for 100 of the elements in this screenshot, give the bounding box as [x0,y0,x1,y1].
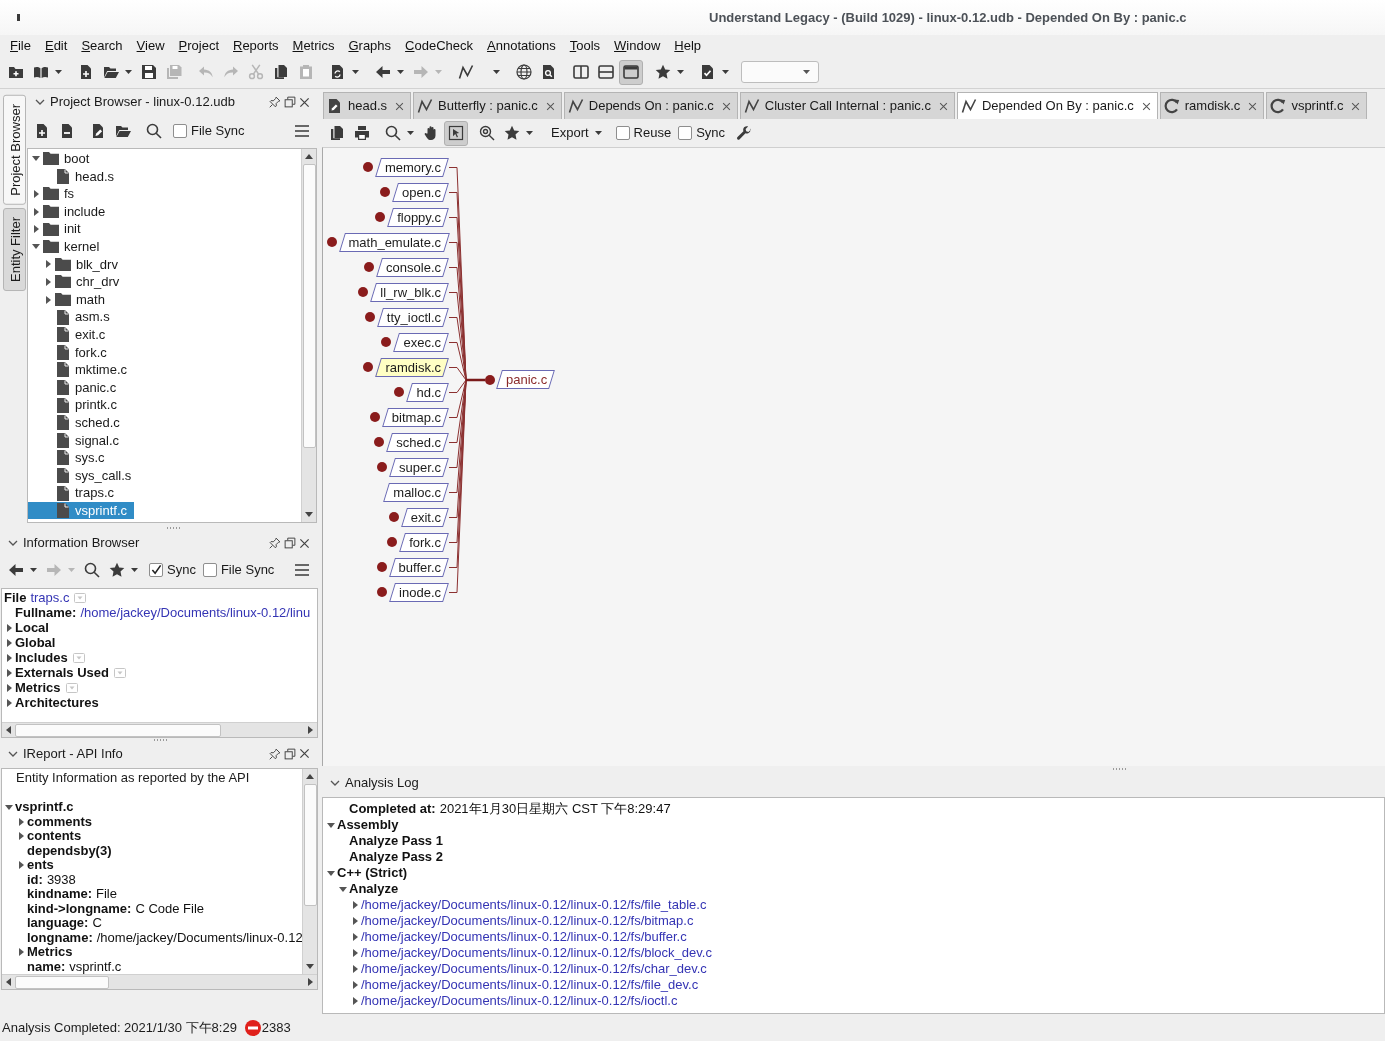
collapse-triangle-icon[interactable] [32,156,40,162]
expand-triangle-icon[interactable] [6,653,12,662]
expand-triangle-icon[interactable] [33,207,39,216]
expand-dot-icon[interactable] [387,537,398,547]
expand-triangle-icon[interactable] [352,933,358,941]
vertical-scrollbar[interactable] [302,769,317,974]
tree-item[interactable]: head.s [28,167,122,186]
tree-item[interactable]: asm.s [28,308,117,326]
tree-item[interactable]: sys.c [28,449,112,467]
scrollbar-thumb[interactable] [15,723,221,737]
tree-item[interactable]: chr_drv [28,273,127,291]
menu-item[interactable]: Annotations [480,35,563,56]
expand-dot-icon[interactable] [379,187,390,197]
scroll-down-icon[interactable] [306,964,314,969]
path-link[interactable]: /home/jackey/Documents/linux-0.12/linux-0.12/fs/file_dev.c [361,977,699,993]
tree-label[interactable]: Metrics [15,679,61,696]
expand-dot-icon[interactable] [326,237,337,247]
document-tab[interactable]: Depends On : panic.c [563,92,738,119]
graph-node[interactable]: fork.c [399,532,449,552]
document-tab[interactable]: head.s [323,92,412,119]
tree-item[interactable]: include [28,202,113,221]
expand-dot-icon[interactable] [376,562,387,572]
tree-label[interactable]: comments [27,813,93,830]
pin-icon[interactable] [269,747,281,760]
scrollbar-thumb[interactable] [15,975,109,989]
menu-item[interactable]: View [129,35,172,56]
path-link[interactable]: traps.c [30,589,70,606]
close-icon[interactable] [395,101,405,111]
graph-node[interactable]: inode.c [389,582,449,602]
graph-node[interactable]: tty_ioctl.c [376,307,449,327]
checkbox[interactable] [678,126,693,140]
path-link[interactable]: /home/jackey/Documents/linux-0.12/linux-0.12/fs/file_table.c [361,897,707,913]
scroll-up-icon[interactable] [305,154,313,159]
collapse-triangle-icon[interactable] [5,804,13,810]
tree-label[interactable]: Architectures [15,694,99,711]
collapse-triangle-icon[interactable] [327,870,335,876]
checkbox[interactable] [173,123,187,138]
tree-label[interactable]: Includes [15,649,68,666]
tree-item[interactable]: mktime.c [28,361,134,379]
expand-dot-icon[interactable] [377,587,388,597]
expand-triangle-icon[interactable] [352,901,358,909]
tree-label[interactable]: Local [15,619,49,636]
expand-triangle-icon[interactable] [6,623,12,632]
menu-item[interactable]: CodeCheck [398,35,481,56]
scroll-left-icon[interactable] [6,978,11,986]
checkbox[interactable] [149,562,163,577]
expand-dot-icon[interactable] [375,212,386,222]
expand-triangle-icon[interactable] [352,997,358,1005]
splitter-grip-icon[interactable] [1112,767,1126,770]
collapse-triangle-icon[interactable] [327,822,335,828]
tree-item[interactable]: math [28,290,112,309]
graph-node[interactable]: super.c [389,457,449,477]
graph-node[interactable]: ramdisk.c [375,357,449,377]
chevron-down-icon[interactable] [35,99,45,105]
graph-node[interactable]: exec.c [393,332,449,352]
path-link[interactable]: /home/jackey/Documents/linux-0.12/linux-0.12/fs/buffer.c [361,929,687,945]
expand-dot-icon[interactable] [369,412,380,422]
path-link[interactable]: /home/jackey/Documents/linux-0.12/linux-0.12/fs/char_dev.c [361,961,707,977]
menu-item[interactable]: Search [74,35,130,56]
checkbox-label[interactable]: Sync [167,561,196,578]
tree-label[interactable]: Externals Used [15,664,109,681]
document-tab[interactable]: Cluster Call Internal : panic.c [739,92,955,119]
expand-dot-icon[interactable] [394,387,405,397]
close-icon[interactable] [721,101,731,111]
expand-dot-icon[interactable] [388,512,399,522]
graph-node[interactable]: console.c [376,257,449,277]
horizontal-scrollbar[interactable] [2,974,317,989]
expand-triangle-icon[interactable] [33,190,39,198]
tree-label[interactable]: contents [27,828,82,845]
checkbox[interactable] [202,562,217,577]
side-tab[interactable]: Entity Filter [3,207,26,291]
close-icon[interactable] [299,537,310,549]
menu-item[interactable]: Metrics [285,35,342,56]
tree-label[interactable]: Global [15,634,56,651]
tree-label[interactable]: ents [27,857,54,874]
expand-triangle-icon[interactable] [33,225,39,234]
expand-triangle-icon[interactable] [6,638,12,647]
expand-triangle-icon[interactable] [45,277,51,286]
expand-triangle-icon[interactable] [18,817,24,826]
path-link[interactable]: /home/jackey/Documents/linux-0.12/linux-0.12/fs/ioctl.c [361,993,678,1009]
scroll-left-icon[interactable] [6,726,11,734]
tree-item[interactable]: printk.c [28,396,124,414]
menu-item[interactable]: Graphs [341,35,399,56]
pin-icon[interactable] [269,537,281,549]
tree-item[interactable]: sys_call.s [28,466,139,485]
expand-triangle-icon[interactable] [352,965,358,973]
scroll-down-icon[interactable] [305,512,313,517]
document-tab[interactable]: ramdisk.c [1159,92,1265,119]
tree-item[interactable]: init [28,220,88,238]
select-button[interactable] [444,120,468,146]
expand-dot-icon[interactable] [362,162,373,172]
expand-triangle-icon[interactable] [45,260,51,269]
expand-dot-icon[interactable] [381,337,392,347]
expand-triangle-icon[interactable] [6,698,12,707]
single-window-button[interactable] [619,59,643,85]
menu-item[interactable]: File [3,35,38,56]
tree-label[interactable]: Assembly [337,817,399,833]
expand-dot-icon[interactable] [364,262,375,272]
close-icon[interactable] [1141,101,1151,111]
expand-dot-icon[interactable] [377,462,388,472]
